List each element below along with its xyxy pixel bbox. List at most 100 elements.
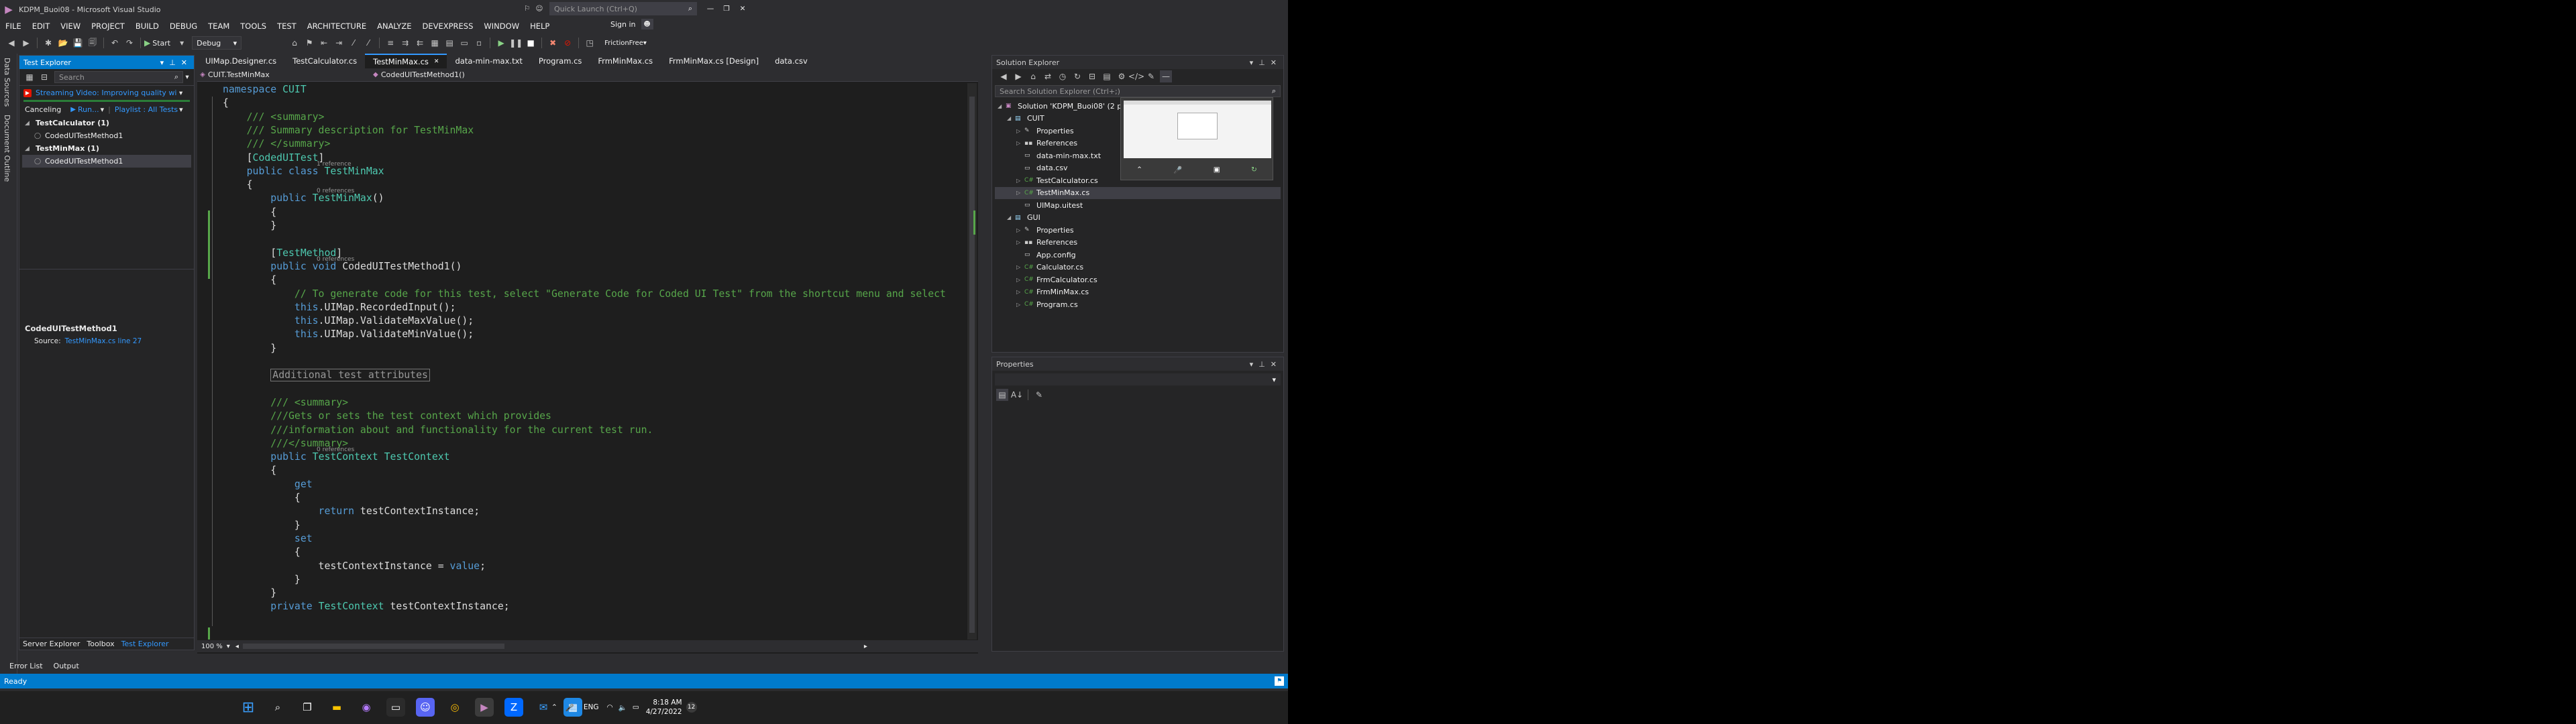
file-explorer-icon[interactable]: ▬ (327, 698, 346, 717)
doc-tab[interactable]: FrmMinMax.cs (590, 54, 661, 68)
camera-off-icon[interactable]: ▣ (1214, 166, 1220, 174)
solution-item[interactable]: ▷ C# FrmMinMax.cs (995, 286, 1281, 299)
video-thumbnail-overlay[interactable]: ⌃ 🎤 ▣ ↻ (1120, 97, 1273, 180)
code-line[interactable]: { (223, 464, 994, 477)
mic-icon[interactable]: 🎤 (566, 703, 574, 712)
discord-icon[interactable]: ☺ (416, 698, 435, 717)
sync-icon[interactable]: ⇄ (1042, 70, 1054, 82)
dropdown-icon[interactable]: ▾ (1250, 58, 1254, 67)
battery-icon[interactable]: ▭ (633, 703, 639, 711)
code-line[interactable] (223, 355, 994, 369)
pending-icon[interactable]: ◷ (1057, 70, 1069, 82)
test-row[interactable]: ◯ CodedUITestMethod1 (22, 129, 191, 142)
chevron-down-icon[interactable]: ▾ (101, 105, 105, 114)
menu-test[interactable]: TEST (272, 19, 302, 34)
menu-edit[interactable]: EDIT (27, 19, 56, 34)
doc-tab[interactable]: data-min-max.txt (447, 54, 530, 68)
code-line[interactable]: { (223, 274, 994, 287)
code-line[interactable]: testContextInstance = value; (223, 560, 994, 573)
chevron-down-icon[interactable]: ▾ (183, 73, 191, 81)
scroll-thumb[interactable] (969, 97, 975, 633)
task-view-icon[interactable]: ❐ (298, 698, 317, 717)
code-line[interactable]: } (223, 219, 994, 233)
preview-icon[interactable]: — (1160, 70, 1172, 82)
menu-debug[interactable]: DEBUG (164, 19, 203, 34)
back-icon[interactable]: ◀ (998, 70, 1010, 82)
menu-analyze[interactable]: ANALYZE (372, 19, 417, 34)
menu-window[interactable]: WINDOW (478, 19, 525, 34)
refresh-icon[interactable]: ↻ (1071, 70, 1083, 82)
configuration-select[interactable]: Debug ▾ (192, 36, 242, 50)
code-line[interactable]: } (223, 573, 994, 587)
test-search-input[interactable]: Search ⌕ (54, 71, 183, 83)
search-icon[interactable]: ⌕ (268, 698, 287, 717)
code-line[interactable]: this.UIMap.ValidateMaxValue(); (223, 314, 994, 328)
outdent-icon[interactable]: ⇇ (414, 37, 426, 49)
forward-icon[interactable]: ▶ (1012, 70, 1024, 82)
tab-server-explorer[interactable]: Server Explorer (19, 640, 83, 648)
dropdown-icon[interactable]: ▾ (160, 58, 164, 67)
code-line[interactable]: /// </summary> (223, 137, 994, 151)
attach-icon[interactable]: ⌂ (288, 37, 301, 49)
zalo-icon[interactable]: Z (504, 698, 523, 717)
expand-icon[interactable]: ▷ (1016, 289, 1024, 295)
codelens-references[interactable]: 0 references (317, 188, 354, 194)
chrome-icon[interactable]: ◎ (445, 698, 464, 717)
feedback-icon[interactable]: ☺ (533, 5, 545, 13)
solution-item[interactable]: ◢ ▤ GUI (995, 212, 1281, 225)
code-line[interactable]: ///information about and functionality f… (223, 424, 994, 437)
code-line[interactable]: get (223, 478, 994, 491)
test-banner[interactable]: ▶ Streaming Video: Improving quality wit… (19, 85, 194, 100)
menu-project[interactable]: PROJECT (86, 19, 130, 34)
refresh-icon[interactable]: ↻ (1251, 166, 1257, 174)
notification-icon[interactable]: ⚑ (1275, 676, 1284, 686)
wrench-icon[interactable]: ✎ (1145, 70, 1157, 82)
properties-object-select[interactable]: ▾ (995, 373, 1281, 385)
user-icon[interactable]: ☻ (641, 19, 653, 29)
vtab-data-sources[interactable]: Data Sources (0, 54, 14, 111)
menu-file[interactable]: FILE (0, 19, 27, 34)
tab-test-explorer[interactable]: Test Explorer (118, 640, 172, 648)
pin-icon[interactable]: ⊥ (169, 58, 176, 67)
chevron-up-icon[interactable]: ⌃ (551, 703, 557, 711)
solution-item[interactable]: ▭ App.config (995, 249, 1281, 261)
properties-icon[interactable]: ⚙ (1116, 70, 1128, 82)
save-all-icon[interactable]: 🗐 (87, 37, 99, 49)
doc-tab[interactable]: data.csv (767, 54, 816, 68)
code-line[interactable]: { (223, 206, 994, 219)
minimize-icon[interactable]: — (702, 5, 718, 13)
code-line[interactable]: { (223, 491, 994, 505)
home-icon[interactable]: ⌂ (1027, 70, 1039, 82)
code-line[interactable] (223, 233, 994, 246)
vtab-document-outline[interactable]: Document Outline (0, 111, 14, 186)
scroll-left-icon[interactable]: ◂ (235, 643, 239, 650)
code-line[interactable]: Additional test attributes (223, 369, 994, 382)
tab-toolbox[interactable]: Toolbox (83, 640, 117, 648)
breakpoint-delete-icon[interactable]: ✖ (547, 37, 559, 49)
solution-search-input[interactable]: Search Solution Explorer (Ctrl+;) ⌕ (995, 85, 1281, 97)
nav-member[interactable]: CodedUITestMethod1() (381, 70, 465, 79)
expand-icon[interactable]: ▷ (1016, 128, 1024, 134)
code-line[interactable]: /// <summary> (223, 396, 994, 410)
windows-start-icon[interactable]: ⊞ (239, 698, 258, 717)
doc-tab[interactable]: Program.cs (531, 54, 590, 68)
theme-select[interactable]: FrictionFree ▾ (600, 36, 647, 50)
code-line[interactable]: } (223, 519, 994, 532)
scroll-right-icon[interactable]: ▸ (864, 643, 867, 650)
pause-icon[interactable]: ❚❚ (509, 37, 523, 49)
uncomment-icon[interactable]: ⁄ (362, 37, 374, 49)
menu-architecture[interactable]: ARCHITECTURE (302, 19, 372, 34)
pin-icon[interactable]: ⊥ (1258, 360, 1265, 369)
notifications-icon[interactable]: ⚐ (521, 5, 533, 13)
group-icon[interactable]: ⊟ (38, 71, 50, 83)
collapse-icon[interactable]: ⊟ (1086, 70, 1098, 82)
code-line[interactable]: /// Summary description for TestMinMax (223, 124, 994, 137)
solution-item[interactable]: ▷ C# Program.cs (995, 298, 1281, 311)
volume-icon[interactable]: 🔈 (619, 703, 627, 712)
code-area[interactable]: namespace CUIT{ /// <summary> /// Summar… (223, 83, 994, 640)
start-button[interactable]: Start (152, 39, 170, 48)
chevron-up-icon[interactable]: ⌃ (1136, 166, 1142, 174)
solution-item[interactable]: ▷ C# TestMinMax.cs (995, 186, 1281, 199)
stop-icon[interactable]: ■ (525, 37, 537, 49)
app-purple-icon[interactable]: ◉ (357, 698, 376, 717)
